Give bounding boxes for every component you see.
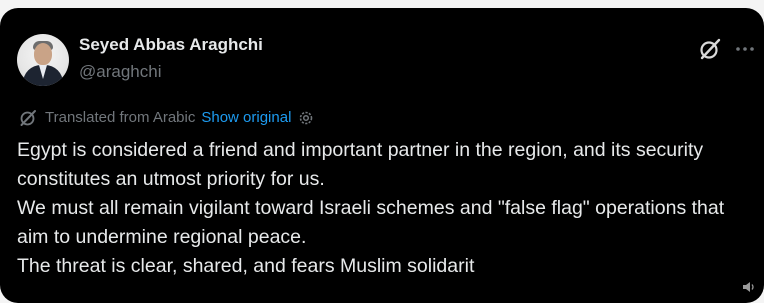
tweet-paragraph: Egypt is considered a friend and importa…	[17, 139, 704, 190]
translated-from-label: Translated from Arabic	[45, 109, 196, 126]
gear-icon[interactable]	[297, 109, 315, 127]
translation-notice: Translated from Arabic Show original	[18, 108, 315, 128]
tweet-paragraph: We must all remain vigilant toward Israe…	[17, 197, 725, 248]
translate-icon	[20, 110, 36, 126]
grok-icon[interactable]	[697, 36, 723, 62]
avatar[interactable]	[17, 34, 69, 86]
more-horizontal-icon[interactable]	[733, 37, 757, 61]
text-fade-overlay	[540, 258, 740, 303]
show-original-link[interactable]: Show original	[201, 108, 291, 128]
speaker-icon	[743, 282, 754, 292]
author-handle[interactable]: @araghchi	[79, 62, 161, 82]
tweet-card[interactable]: Seyed Abbas Araghchi @araghchi Translate…	[0, 8, 764, 303]
author-display-name[interactable]: Seyed Abbas Araghchi	[79, 35, 263, 55]
